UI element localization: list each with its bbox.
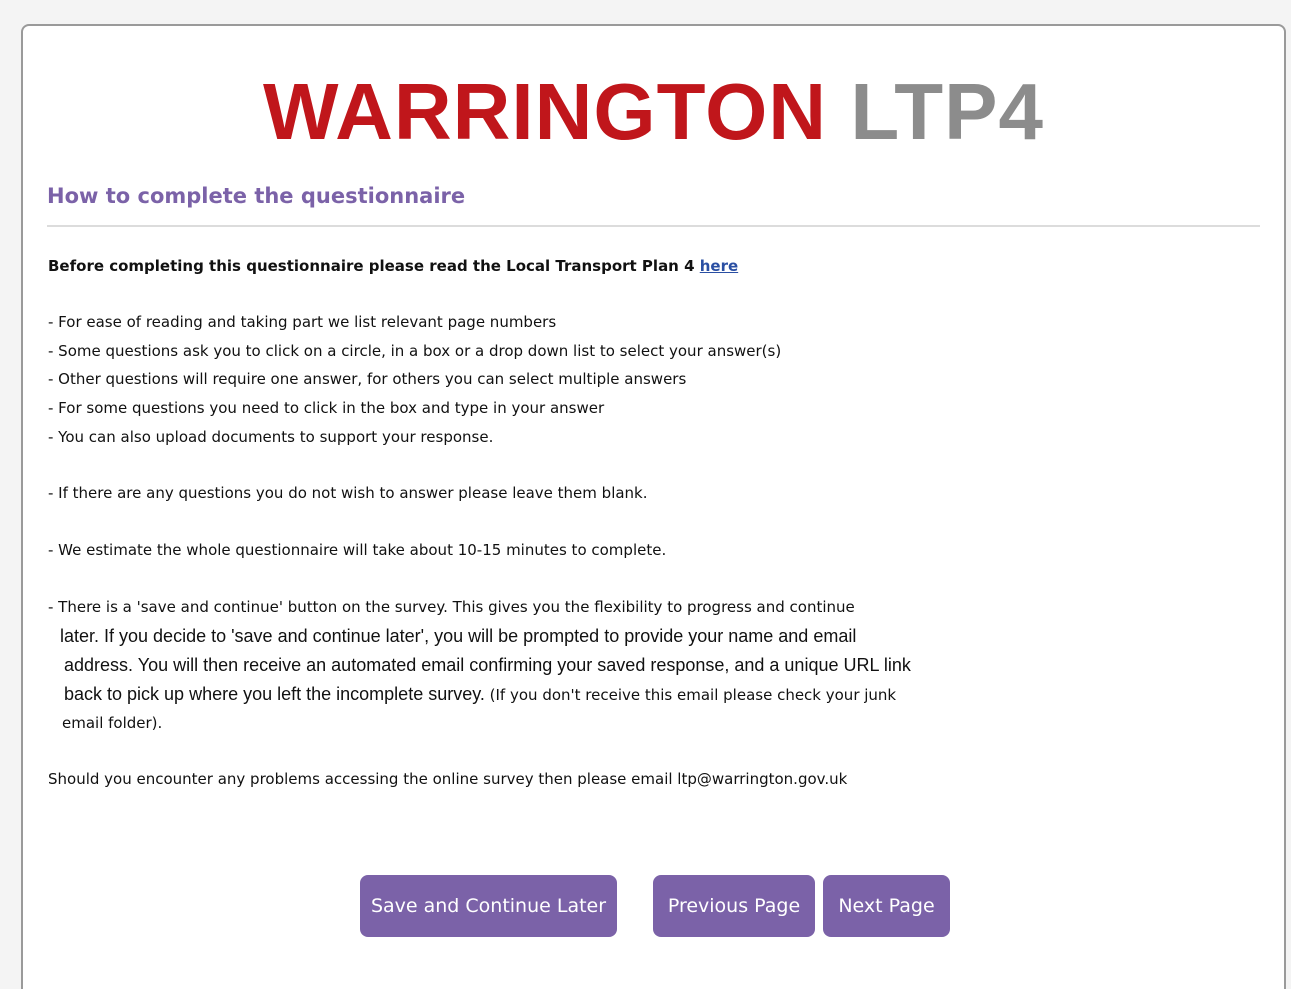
previous-page-button[interactable]: Previous Page	[653, 875, 815, 937]
bullet-item: - For ease of reading and taking part we…	[48, 313, 557, 331]
instructions: Before completing this questionnaire ple…	[48, 255, 1248, 797]
logo-main-text: WARRINGTON	[263, 67, 828, 156]
time-note: - We estimate the whole questionnaire wi…	[48, 541, 667, 560]
logo-suffix-text: LTP4	[850, 67, 1044, 156]
intro-line: Before completing this questionnaire ple…	[48, 255, 1248, 285]
bullet-item: - For some questions you need to click i…	[48, 399, 605, 418]
intro-text: Before completing this questionnaire ple…	[48, 257, 700, 275]
bullet-item: - You can also upload documents to suppo…	[48, 427, 494, 446]
save-note-text: back to pick up where you left the incom…	[64, 683, 485, 704]
bullet-item: - Some questions ask you to click on a c…	[48, 341, 782, 360]
save-continue-later-button[interactable]: Save and Continue Later	[360, 875, 617, 937]
ltp4-link[interactable]: here	[700, 257, 738, 275]
contact-note: Should you encounter any problems access…	[48, 769, 848, 788]
warrington-ltp4-logo: WARRINGTON LTP4	[23, 72, 1284, 152]
instruction-list: - For ease of reading and taking part we…	[48, 311, 1248, 797]
save-note-line: back to pick up where you left the incom…	[48, 682, 1248, 711]
survey-card: WARRINGTON LTP4 How to complete the ques…	[21, 24, 1286, 989]
save-note-line: address. You will then receive an automa…	[64, 654, 911, 675]
page-heading: How to complete the questionnaire	[47, 184, 466, 208]
save-note-line: - There is a 'save and continue' button …	[48, 597, 855, 616]
save-continue-note: - There is a 'save and continue' button …	[48, 596, 1248, 740]
bullet-item: - Other questions will require one answe…	[48, 370, 687, 389]
next-page-button[interactable]: Next Page	[823, 875, 950, 937]
junk-folder-note: (If you don't receive this email please …	[484, 685, 897, 704]
heading-divider	[47, 225, 1260, 227]
save-note-line: later. If you decide to 'save and contin…	[60, 625, 857, 646]
save-note-line: email folder).	[62, 713, 163, 732]
skip-note: - If there are any questions you do not …	[48, 484, 648, 503]
